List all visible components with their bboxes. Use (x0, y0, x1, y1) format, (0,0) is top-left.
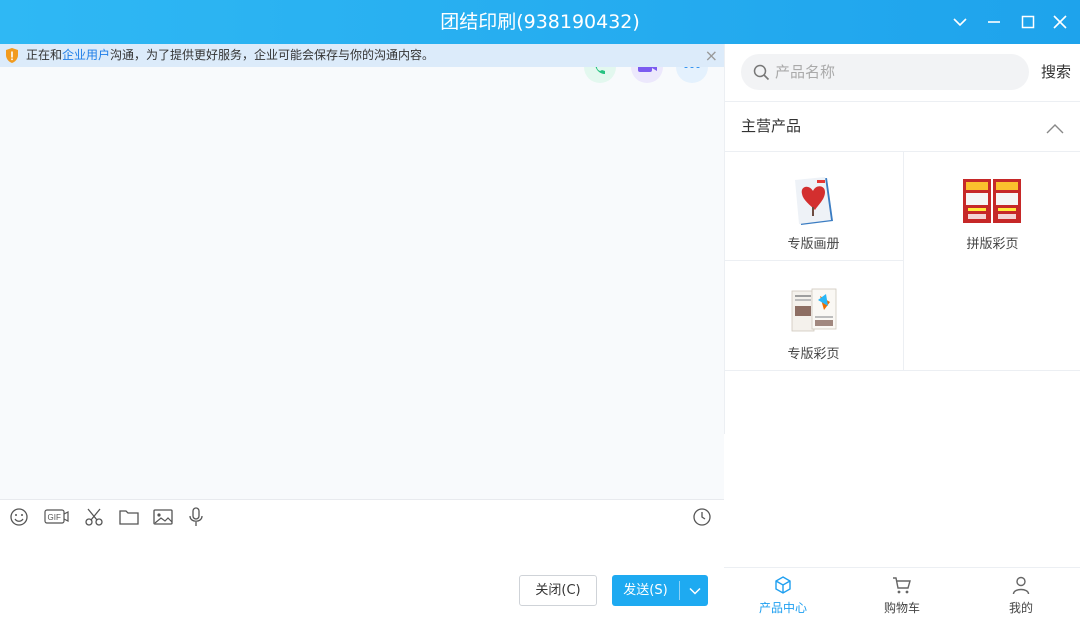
notice-close-icon[interactable]: × (705, 44, 718, 67)
grid-divider (724, 370, 1080, 371)
flyer-thumbnail (963, 179, 1021, 223)
svg-text:GIF: GIF (48, 513, 61, 522)
send-button-label: 发送(S) (623, 583, 668, 598)
folder-icon[interactable] (118, 506, 140, 528)
input-toolbar: GIF (0, 499, 724, 534)
enterprise-user-link[interactable]: 企业用户 (62, 48, 110, 62)
send-options-chevron-icon[interactable] (681, 575, 708, 606)
image-icon[interactable] (152, 506, 174, 528)
product-name: 专版彩页 (787, 347, 840, 362)
scissors-icon[interactable] (83, 506, 105, 528)
section-title: 主营产品 (741, 117, 802, 135)
microphone-icon[interactable] (185, 506, 207, 528)
message-input[interactable] (0, 534, 724, 570)
search-button[interactable]: 搜索 (1041, 54, 1071, 90)
title-bar: 团结印刷(938190432) (0, 0, 1080, 44)
cart-icon (893, 577, 911, 594)
chevron-down-icon[interactable] (946, 8, 974, 36)
maximize-icon[interactable] (1014, 8, 1042, 36)
notice-text-before: 正在和 (26, 48, 63, 62)
brochure-thumbnail (795, 177, 833, 225)
chat-message-area[interactable] (0, 57, 724, 499)
notice-text-after: 沟通，为了提供更好服务，企业可能会保存与你的沟通内容。 (110, 48, 435, 62)
nav-label: 我的 (1008, 601, 1033, 615)
window-title: 团结印刷(938190432) (440, 11, 640, 33)
privacy-notice-bar: 正在和企业用户沟通，为了提供更好服务，企业可能会保存与你的沟通内容。 × (0, 44, 724, 67)
search-icon (753, 64, 770, 85)
cube-icon (775, 576, 791, 594)
product-search-input[interactable]: 产品名称 (741, 54, 1029, 90)
emoji-icon[interactable] (8, 506, 30, 528)
bottom-navigation: 产品中心 购物车 我的 (724, 567, 1080, 621)
product-card[interactable]: 拼版彩页 (903, 151, 1080, 260)
nav-item-product-center[interactable]: 产品中心 (724, 568, 842, 621)
product-name: 拼版彩页 (966, 237, 1019, 252)
product-card[interactable]: 专版彩页 (724, 261, 903, 370)
product-card[interactable]: 专版画册 (724, 151, 903, 260)
notice-text: 正在和企业用户沟通，为了提供更好服务，企业可能会保存与你的沟通内容。 (26, 44, 434, 67)
nav-label: 产品中心 (758, 601, 807, 615)
close-button[interactable]: 关闭(C) (519, 575, 597, 606)
chevron-up-icon[interactable] (1046, 120, 1064, 139)
close-icon[interactable] (1046, 8, 1074, 36)
nav-label: 购物车 (883, 601, 920, 615)
leaflet-thumbnail (791, 288, 837, 332)
history-clock-icon[interactable] (691, 506, 713, 528)
nav-item-mine[interactable]: 我的 (962, 568, 1080, 621)
user-icon (1012, 576, 1030, 595)
nav-item-cart[interactable]: 购物车 (843, 568, 961, 621)
product-name: 专版画册 (787, 237, 840, 252)
shield-icon (4, 47, 20, 67)
minimize-icon[interactable] (980, 8, 1008, 36)
search-placeholder: 产品名称 (775, 63, 836, 81)
send-button-separator (679, 581, 680, 600)
send-button[interactable]: 发送(S) (612, 575, 708, 606)
main-products-header[interactable]: 主营产品 (724, 101, 1080, 152)
gif-icon[interactable]: GIF (44, 506, 70, 528)
